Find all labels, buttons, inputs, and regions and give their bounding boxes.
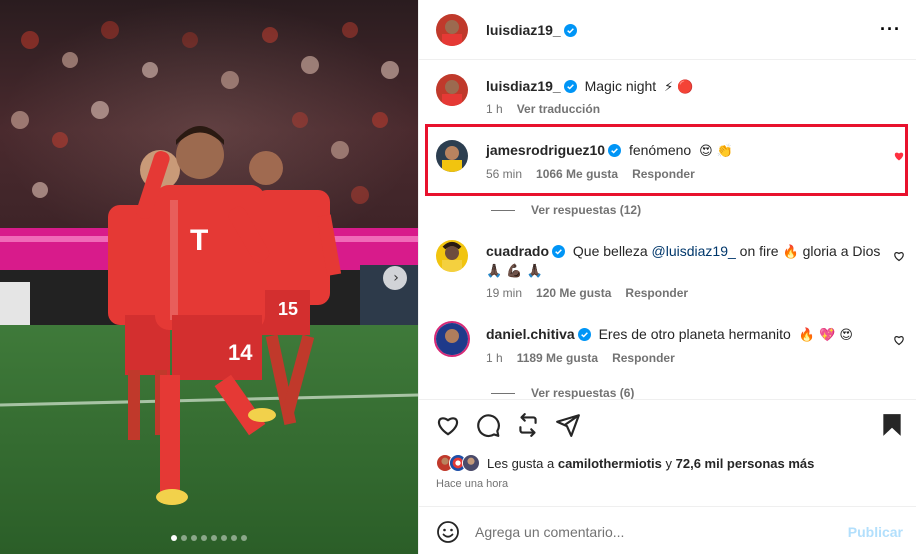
carousel-indicator <box>0 535 418 541</box>
likes-prefix: Les gusta a <box>487 455 555 471</box>
liker-avatar <box>462 454 480 472</box>
author-username[interactable]: luisdiaz19_ <box>486 22 561 38</box>
carousel-dot <box>201 535 207 541</box>
carousel-dot <box>171 535 177 541</box>
carousel-dot <box>241 535 247 541</box>
carousel-dot <box>211 535 217 541</box>
verified-badge-icon <box>608 144 622 157</box>
comment-likes[interactable]: 1066 Me gusta <box>536 167 618 181</box>
comment-text: gloria a Dios <box>802 243 881 259</box>
likes-user-link[interactable]: camilothermiotis <box>558 456 662 471</box>
comment-item: daniel.chitiva Eres de otro planeta herm… <box>419 310 916 382</box>
comment-composer: Publicar <box>419 506 916 554</box>
caption-emojis: ⚡ 🔴 <box>664 80 694 95</box>
commenter-avatar[interactable] <box>436 140 468 172</box>
comment-emojis: 🔥 💖 😍 <box>798 328 853 343</box>
carousel-dot <box>191 535 197 541</box>
commenter-avatar[interactable] <box>436 240 468 272</box>
carousel-next-button[interactable]: › <box>383 266 407 290</box>
send-icon[interactable] <box>555 412 581 438</box>
post-time: Hace una hora <box>436 478 509 490</box>
publish-button[interactable]: Publicar <box>848 524 903 540</box>
verified-badge-icon <box>563 80 577 93</box>
like-icon[interactable] <box>435 412 461 438</box>
actions-divider <box>419 399 916 400</box>
comment-emojis: 🔥 <box>782 245 799 260</box>
comment-time: 1 h <box>486 351 503 365</box>
comment-item: jamesrodriguez10 fenómeno 😍 👏 56 min 1066… <box>419 124 916 196</box>
comment-username[interactable]: jamesrodriguez10 <box>486 142 605 158</box>
svg-text:14: 14 <box>228 340 253 365</box>
caption-avatar[interactable] <box>436 74 468 106</box>
post-side-panel: luisdiaz19_ ··· luisdiaz19_ Magic night … <box>418 0 916 554</box>
likes-summary: Les gusta a camilothermiotis y 72,6 mil … <box>436 453 814 473</box>
verified-badge-icon <box>563 24 577 37</box>
reply-button[interactable]: Responder <box>612 351 675 365</box>
comment-text: Eres de otro planeta hermanito <box>598 326 791 342</box>
bookmark-icon[interactable] <box>879 412 905 438</box>
comment-like-icon[interactable] <box>893 150 905 162</box>
commenter-avatar[interactable] <box>434 321 470 357</box>
caption-text: Magic night <box>584 78 657 94</box>
comment-text: on fire <box>739 243 779 259</box>
translate-link[interactable]: Ver traducción <box>517 102 600 116</box>
comment-icon[interactable] <box>475 412 501 438</box>
post-caption: luisdiaz19_ Magic night ⚡ 🔴 1 h Ver tradu… <box>419 60 916 124</box>
likes-others-link[interactable]: 72,6 mil personas más <box>676 456 815 471</box>
author-avatar[interactable] <box>436 14 468 46</box>
comment-emojis: 🙏🏿 💪🏿 🙏🏿 <box>486 264 543 279</box>
comment-likes[interactable]: 120 Me gusta <box>536 286 611 300</box>
post-image: 15 T 14 <box>0 0 418 554</box>
comment-likes[interactable]: 1189 Me gusta <box>517 351 598 365</box>
comment-like-icon[interactable] <box>893 250 905 262</box>
carousel-dot <box>181 535 187 541</box>
carousel-dot <box>221 535 227 541</box>
svg-text:T: T <box>190 224 208 257</box>
emoji-icon[interactable] <box>436 520 460 544</box>
comment-username[interactable]: cuadrado <box>486 243 549 259</box>
comment-like-icon[interactable] <box>893 334 905 346</box>
svg-text:15: 15 <box>278 299 298 319</box>
carousel-dot <box>231 535 237 541</box>
reply-button[interactable]: Responder <box>632 167 695 181</box>
caption-username[interactable]: luisdiaz19_ <box>486 78 561 94</box>
comment-time: 56 min <box>486 167 523 181</box>
instagram-post-modal: 15 T 14 › luisdiaz19_ ··· luisdiaz19_ Ma… <box>0 0 916 554</box>
comment-text: Que belleza <box>572 243 648 259</box>
comment-text: fenómeno <box>628 142 692 158</box>
reply-button[interactable]: Responder <box>625 286 688 300</box>
comment-username[interactable]: daniel.chitiva <box>486 326 575 342</box>
comment-time: 19 min <box>486 286 523 300</box>
view-replies-link[interactable]: Ver respuestas (12) <box>491 203 641 217</box>
comment-mention[interactable]: @luisdiaz19_ <box>652 243 736 259</box>
verified-badge-icon <box>552 245 566 258</box>
post-photo[interactable]: 15 T 14 › <box>0 0 418 554</box>
verified-badge-icon <box>577 328 591 341</box>
carousel-next-icon: › <box>393 270 399 286</box>
comment-emojis: 😍 👏 <box>699 144 733 159</box>
comment-item: cuadrado Que belleza @luisdiaz19_ on fir… <box>419 226 916 306</box>
comment-input[interactable] <box>475 521 835 543</box>
view-replies-link[interactable]: Ver respuestas (6) <box>491 386 634 400</box>
caption-time: 1 h <box>486 102 503 116</box>
post-header: luisdiaz19_ ··· <box>419 0 916 60</box>
likes-connector: y <box>665 455 673 471</box>
more-options-icon[interactable]: ··· <box>880 20 901 38</box>
share-icon[interactable] <box>515 412 541 438</box>
